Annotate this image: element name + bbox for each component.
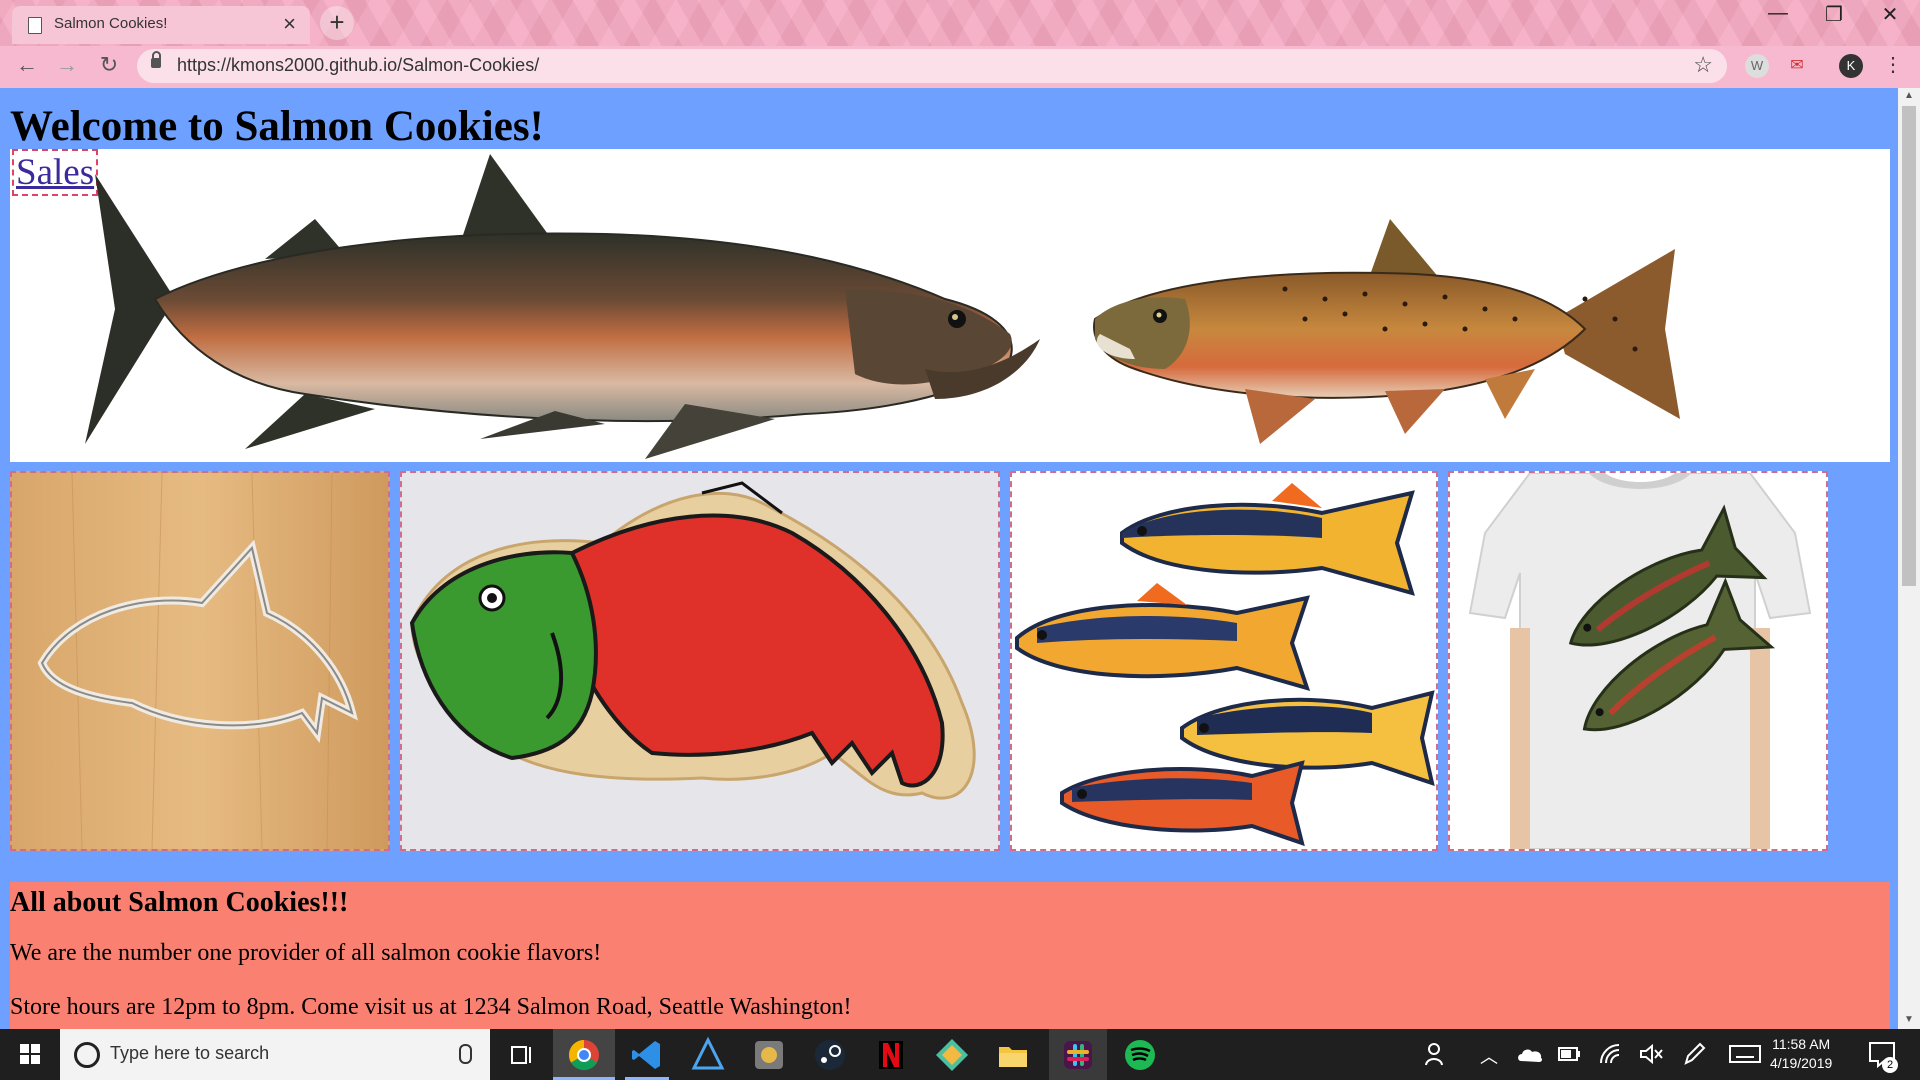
url-text[interactable]: https://kmons2000.github.io/Salmon-Cooki… [177,55,539,76]
salmon-tshirt-image [1450,473,1826,849]
extension-mail-icon[interactable]: ✉ [1785,54,1809,78]
salmon-illustration-right [1093,219,1680,444]
about-section: All about Salmon Cookies!!! We are the n… [10,882,1890,1029]
show-hidden-icons-icon[interactable]: ︿ [1480,1043,1498,1069]
iced-salmon-cookie-image [402,473,998,849]
extension-w-icon[interactable]: W [1745,54,1769,78]
pen-workspace-icon[interactable] [1680,1041,1708,1067]
azure-data-studio-icon[interactable] [688,1035,728,1075]
spotify-icon[interactable] [1120,1035,1160,1075]
page-viewport: Welcome to Salmon Cookies! Sales All abo… [0,88,1898,1029]
microphone-icon[interactable] [459,1044,472,1064]
about-heading: All about Salmon Cookies!!! [10,887,349,918]
slack-icon[interactable] [1058,1035,1098,1075]
battery-icon[interactable] [1555,1043,1583,1065]
restore-button[interactable]: ❐ [1814,2,1854,27]
volume-muted-icon[interactable] [1637,1041,1665,1067]
page-scrollbar[interactable]: ▲ ▼ [1898,88,1920,1029]
gallery-fish-cookies [1010,471,1438,851]
browser-titlebar: Salmon Cookies! × + — ❐ ✕ ← → ↻ https://… [0,0,1920,88]
about-paragraph: We are the number one provider of all sa… [10,940,602,966]
tab-close-icon[interactable]: × [283,12,296,36]
search-placeholder: Type here to search [110,1043,270,1063]
decorated-fish-cookies-image [1012,473,1436,849]
gallery-iced-cookie [400,471,1000,851]
scrollbar-thumb[interactable] [1902,106,1916,586]
browser-menu-icon[interactable]: ⋮ [1878,52,1908,77]
gallery-cookie-cutter [10,471,390,851]
clock-time: 11:58 AM [1772,1036,1831,1052]
salmon-illustration-left [85,154,1040,459]
browser-tab[interactable]: Salmon Cookies! × [12,6,310,44]
system-clock[interactable]: 11:58 AM 4/19/2019 [1770,1035,1832,1073]
steam-icon[interactable] [810,1035,850,1075]
browser-toolbar: ← → ↻ https://kmons2000.github.io/Salmon… [0,46,1920,88]
photo-app-icon[interactable] [749,1035,789,1075]
gitkraken-icon[interactable] [932,1035,972,1075]
scroll-down-icon[interactable]: ▼ [1904,1014,1914,1025]
store-hours-paragraph: Store hours are 12pm to 8pm. Come visit … [10,994,852,1020]
windows-logo-icon [20,1044,40,1064]
banner: Sales [10,149,1890,462]
onedrive-icon[interactable] [1515,1041,1545,1067]
new-tab-button[interactable]: + [320,6,354,40]
task-view-icon[interactable] [502,1035,542,1075]
address-bar[interactable]: https://kmons2000.github.io/Salmon-Cooki… [137,49,1727,83]
gallery-salmon-tshirt [1448,471,1828,851]
file-explorer-icon[interactable] [993,1035,1033,1075]
page-icon [28,17,42,34]
minimize-button[interactable]: — [1758,2,1798,25]
bookmark-star-icon[interactable]: ☆ [1693,52,1713,78]
notification-count-badge: 2 [1882,1057,1898,1073]
profile-avatar[interactable]: K [1839,54,1863,78]
netflix-icon[interactable] [871,1035,911,1075]
lock-icon [151,51,161,68]
reload-icon[interactable]: ↻ [94,52,124,78]
windows-start-button[interactable] [0,1029,60,1080]
forward-icon[interactable]: → [52,52,82,78]
people-icon[interactable] [1422,1039,1452,1069]
cortana-icon [74,1042,100,1068]
taskbar-search[interactable]: Type here to search [60,1029,490,1080]
tab-title: Salmon Cookies! [54,15,168,32]
touch-keyboard-icon[interactable] [1728,1043,1762,1065]
close-window-button[interactable]: ✕ [1870,2,1910,27]
clock-date: 4/19/2019 [1770,1055,1833,1071]
windows-taskbar: Type here to search ︿ 11:58 AM 4/19/2019… [0,1029,1920,1080]
scroll-up-icon[interactable]: ▲ [1904,90,1914,101]
cookie-cutter-image [12,473,388,849]
chrome-icon[interactable] [564,1035,604,1075]
wifi-icon[interactable] [1597,1041,1625,1067]
back-icon[interactable]: ← [12,52,42,78]
page-title: Welcome to Salmon Cookies! [10,103,544,150]
vscode-icon[interactable] [627,1035,667,1075]
